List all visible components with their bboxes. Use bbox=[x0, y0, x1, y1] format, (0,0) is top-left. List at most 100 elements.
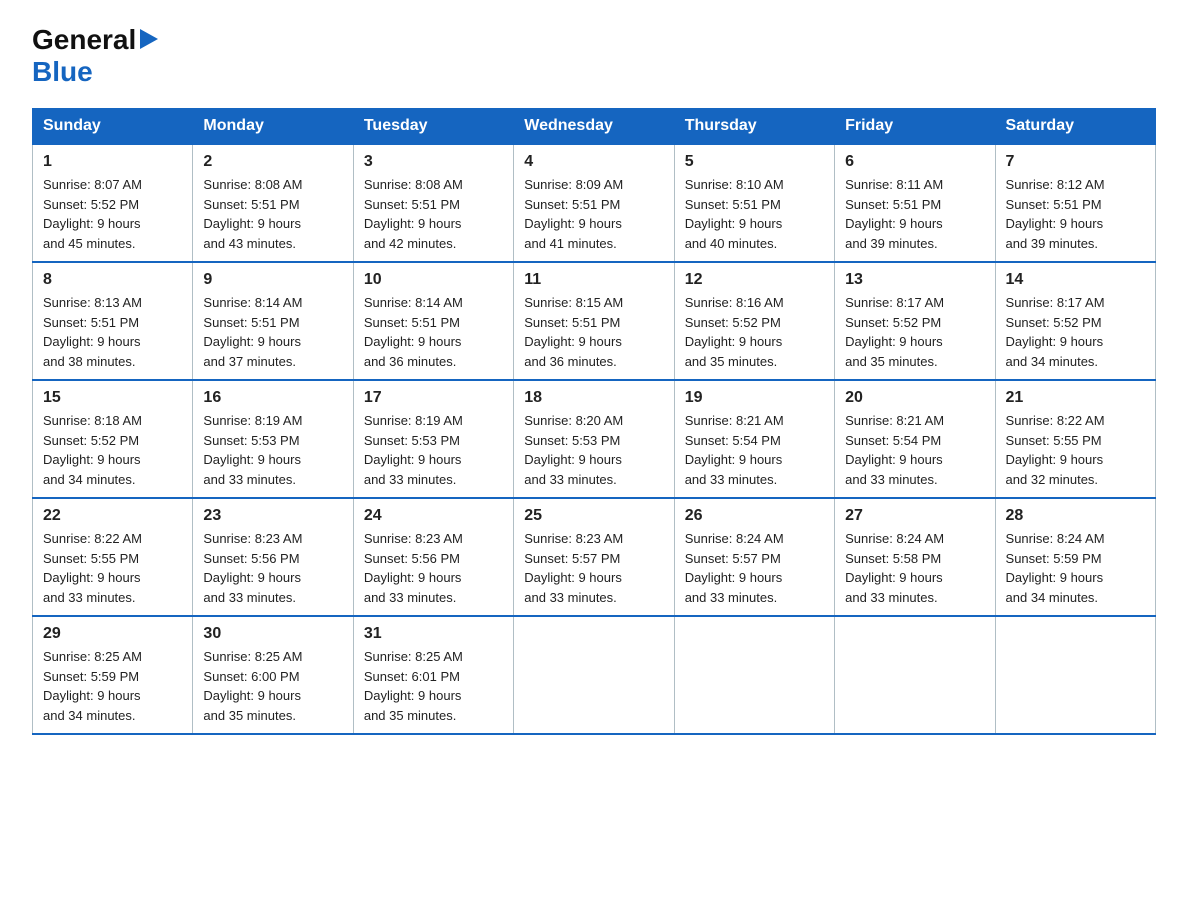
day-info: Sunrise: 8:23 AMSunset: 5:57 PMDaylight:… bbox=[524, 529, 663, 607]
day-info: Sunrise: 8:19 AMSunset: 5:53 PMDaylight:… bbox=[364, 411, 503, 489]
calendar-cell: 23 Sunrise: 8:23 AMSunset: 5:56 PMDaylig… bbox=[193, 498, 353, 616]
calendar-cell: 20 Sunrise: 8:21 AMSunset: 5:54 PMDaylig… bbox=[835, 380, 995, 498]
day-number: 7 bbox=[1006, 153, 1145, 171]
header-tuesday: Tuesday bbox=[353, 109, 513, 145]
day-info: Sunrise: 8:15 AMSunset: 5:51 PMDaylight:… bbox=[524, 293, 663, 371]
calendar-table: SundayMondayTuesdayWednesdayThursdayFrid… bbox=[32, 108, 1156, 735]
day-number: 1 bbox=[43, 153, 182, 171]
day-number: 21 bbox=[1006, 389, 1145, 407]
day-number: 20 bbox=[845, 389, 984, 407]
logo-general-text: General bbox=[32, 24, 136, 56]
day-number: 11 bbox=[524, 271, 663, 289]
week-row-3: 15 Sunrise: 8:18 AMSunset: 5:52 PMDaylig… bbox=[33, 380, 1156, 498]
calendar-cell: 10 Sunrise: 8:14 AMSunset: 5:51 PMDaylig… bbox=[353, 262, 513, 380]
day-number: 24 bbox=[364, 507, 503, 525]
day-number: 15 bbox=[43, 389, 182, 407]
calendar-cell: 9 Sunrise: 8:14 AMSunset: 5:51 PMDayligh… bbox=[193, 262, 353, 380]
calendar-cell: 12 Sunrise: 8:16 AMSunset: 5:52 PMDaylig… bbox=[674, 262, 834, 380]
week-row-5: 29 Sunrise: 8:25 AMSunset: 5:59 PMDaylig… bbox=[33, 616, 1156, 734]
day-number: 2 bbox=[203, 153, 342, 171]
day-number: 18 bbox=[524, 389, 663, 407]
calendar-cell: 6 Sunrise: 8:11 AMSunset: 5:51 PMDayligh… bbox=[835, 144, 995, 262]
calendar-cell: 3 Sunrise: 8:08 AMSunset: 5:51 PMDayligh… bbox=[353, 144, 513, 262]
day-info: Sunrise: 8:10 AMSunset: 5:51 PMDaylight:… bbox=[685, 175, 824, 253]
day-number: 29 bbox=[43, 625, 182, 643]
day-number: 6 bbox=[845, 153, 984, 171]
week-row-2: 8 Sunrise: 8:13 AMSunset: 5:51 PMDayligh… bbox=[33, 262, 1156, 380]
calendar-cell: 14 Sunrise: 8:17 AMSunset: 5:52 PMDaylig… bbox=[995, 262, 1155, 380]
day-number: 4 bbox=[524, 153, 663, 171]
calendar-cell: 31 Sunrise: 8:25 AMSunset: 6:01 PMDaylig… bbox=[353, 616, 513, 734]
day-info: Sunrise: 8:11 AMSunset: 5:51 PMDaylight:… bbox=[845, 175, 984, 253]
calendar-cell: 5 Sunrise: 8:10 AMSunset: 5:51 PMDayligh… bbox=[674, 144, 834, 262]
calendar-cell: 11 Sunrise: 8:15 AMSunset: 5:51 PMDaylig… bbox=[514, 262, 674, 380]
header-monday: Monday bbox=[193, 109, 353, 145]
day-info: Sunrise: 8:13 AMSunset: 5:51 PMDaylight:… bbox=[43, 293, 182, 371]
day-number: 3 bbox=[364, 153, 503, 171]
calendar-cell: 29 Sunrise: 8:25 AMSunset: 5:59 PMDaylig… bbox=[33, 616, 193, 734]
day-number: 27 bbox=[845, 507, 984, 525]
day-info: Sunrise: 8:17 AMSunset: 5:52 PMDaylight:… bbox=[1006, 293, 1145, 371]
day-info: Sunrise: 8:09 AMSunset: 5:51 PMDaylight:… bbox=[524, 175, 663, 253]
day-number: 10 bbox=[364, 271, 503, 289]
calendar-cell bbox=[835, 616, 995, 734]
day-number: 12 bbox=[685, 271, 824, 289]
day-info: Sunrise: 8:17 AMSunset: 5:52 PMDaylight:… bbox=[845, 293, 984, 371]
calendar-cell: 27 Sunrise: 8:24 AMSunset: 5:58 PMDaylig… bbox=[835, 498, 995, 616]
day-number: 17 bbox=[364, 389, 503, 407]
day-info: Sunrise: 8:25 AMSunset: 6:00 PMDaylight:… bbox=[203, 647, 342, 725]
header-row: SundayMondayTuesdayWednesdayThursdayFrid… bbox=[33, 109, 1156, 145]
day-info: Sunrise: 8:25 AMSunset: 5:59 PMDaylight:… bbox=[43, 647, 182, 725]
calendar-cell: 30 Sunrise: 8:25 AMSunset: 6:00 PMDaylig… bbox=[193, 616, 353, 734]
logo-arrow-icon bbox=[140, 29, 158, 54]
header-saturday: Saturday bbox=[995, 109, 1155, 145]
calendar-cell: 25 Sunrise: 8:23 AMSunset: 5:57 PMDaylig… bbox=[514, 498, 674, 616]
day-info: Sunrise: 8:12 AMSunset: 5:51 PMDaylight:… bbox=[1006, 175, 1145, 253]
calendar-cell: 24 Sunrise: 8:23 AMSunset: 5:56 PMDaylig… bbox=[353, 498, 513, 616]
day-number: 22 bbox=[43, 507, 182, 525]
day-info: Sunrise: 8:24 AMSunset: 5:59 PMDaylight:… bbox=[1006, 529, 1145, 607]
page-header: General Blue bbox=[32, 24, 1156, 88]
logo: General Blue bbox=[32, 24, 158, 88]
day-info: Sunrise: 8:14 AMSunset: 5:51 PMDaylight:… bbox=[203, 293, 342, 371]
day-info: Sunrise: 8:21 AMSunset: 5:54 PMDaylight:… bbox=[845, 411, 984, 489]
day-info: Sunrise: 8:08 AMSunset: 5:51 PMDaylight:… bbox=[203, 175, 342, 253]
calendar-cell bbox=[514, 616, 674, 734]
day-info: Sunrise: 8:21 AMSunset: 5:54 PMDaylight:… bbox=[685, 411, 824, 489]
header-sunday: Sunday bbox=[33, 109, 193, 145]
day-number: 19 bbox=[685, 389, 824, 407]
day-info: Sunrise: 8:23 AMSunset: 5:56 PMDaylight:… bbox=[203, 529, 342, 607]
calendar-cell: 21 Sunrise: 8:22 AMSunset: 5:55 PMDaylig… bbox=[995, 380, 1155, 498]
calendar-cell: 17 Sunrise: 8:19 AMSunset: 5:53 PMDaylig… bbox=[353, 380, 513, 498]
day-info: Sunrise: 8:24 AMSunset: 5:58 PMDaylight:… bbox=[845, 529, 984, 607]
day-info: Sunrise: 8:22 AMSunset: 5:55 PMDaylight:… bbox=[43, 529, 182, 607]
calendar-cell: 13 Sunrise: 8:17 AMSunset: 5:52 PMDaylig… bbox=[835, 262, 995, 380]
day-info: Sunrise: 8:20 AMSunset: 5:53 PMDaylight:… bbox=[524, 411, 663, 489]
day-info: Sunrise: 8:16 AMSunset: 5:52 PMDaylight:… bbox=[685, 293, 824, 371]
day-number: 25 bbox=[524, 507, 663, 525]
day-info: Sunrise: 8:25 AMSunset: 6:01 PMDaylight:… bbox=[364, 647, 503, 725]
day-info: Sunrise: 8:24 AMSunset: 5:57 PMDaylight:… bbox=[685, 529, 824, 607]
calendar-cell bbox=[995, 616, 1155, 734]
week-row-1: 1 Sunrise: 8:07 AMSunset: 5:52 PMDayligh… bbox=[33, 144, 1156, 262]
day-number: 26 bbox=[685, 507, 824, 525]
day-number: 28 bbox=[1006, 507, 1145, 525]
day-number: 16 bbox=[203, 389, 342, 407]
calendar-cell: 15 Sunrise: 8:18 AMSunset: 5:52 PMDaylig… bbox=[33, 380, 193, 498]
calendar-cell bbox=[674, 616, 834, 734]
calendar-cell: 4 Sunrise: 8:09 AMSunset: 5:51 PMDayligh… bbox=[514, 144, 674, 262]
day-number: 31 bbox=[364, 625, 503, 643]
header-thursday: Thursday bbox=[674, 109, 834, 145]
calendar-cell: 16 Sunrise: 8:19 AMSunset: 5:53 PMDaylig… bbox=[193, 380, 353, 498]
calendar-cell: 18 Sunrise: 8:20 AMSunset: 5:53 PMDaylig… bbox=[514, 380, 674, 498]
day-number: 13 bbox=[845, 271, 984, 289]
day-number: 8 bbox=[43, 271, 182, 289]
day-number: 30 bbox=[203, 625, 342, 643]
day-info: Sunrise: 8:19 AMSunset: 5:53 PMDaylight:… bbox=[203, 411, 342, 489]
calendar-cell: 26 Sunrise: 8:24 AMSunset: 5:57 PMDaylig… bbox=[674, 498, 834, 616]
day-number: 14 bbox=[1006, 271, 1145, 289]
header-wednesday: Wednesday bbox=[514, 109, 674, 145]
day-info: Sunrise: 8:18 AMSunset: 5:52 PMDaylight:… bbox=[43, 411, 182, 489]
calendar-cell: 8 Sunrise: 8:13 AMSunset: 5:51 PMDayligh… bbox=[33, 262, 193, 380]
week-row-4: 22 Sunrise: 8:22 AMSunset: 5:55 PMDaylig… bbox=[33, 498, 1156, 616]
